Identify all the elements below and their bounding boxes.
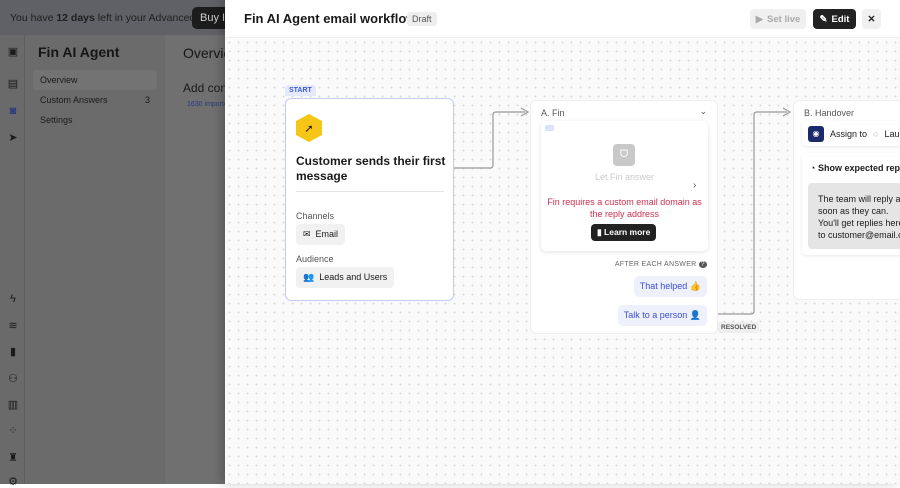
nav-item-overview[interactable]: Overview <box>33 70 157 90</box>
reply-that-helped[interactable]: That helped 👍 <box>633 276 707 297</box>
status-badge: Draft <box>407 12 437 26</box>
fin-header: A. Fin <box>541 108 565 118</box>
chevron-down-icon[interactable]: ⌄ <box>699 106 707 117</box>
fin-logo-icon: ᗜ <box>613 144 635 166</box>
chevron-right-icon[interactable]: › <box>693 180 696 191</box>
start-tag: START <box>285 85 316 96</box>
edit-button[interactable]: ✎ Edit <box>813 9 856 29</box>
send-icon[interactable]: ➤ <box>7 131 19 144</box>
academy-icon[interactable]: ♜ <box>7 451 19 464</box>
assign-step[interactable]: ◉Assign to○Laura <box>802 121 900 146</box>
knowledge-icon[interactable]: ▥ <box>7 398 19 411</box>
inbox-logo-icon[interactable]: ▣ <box>7 45 19 58</box>
panel-header: Fin AI Agent email workflow Draft ▶ Set l… <box>225 0 900 38</box>
connector-start-fin <box>454 111 525 169</box>
overview-content: Overview Add content 1630 imported <box>165 35 248 484</box>
inbox-icon[interactable]: ▤ <box>7 77 19 90</box>
email-icon: ✉ <box>303 229 311 239</box>
divider <box>296 191 444 192</box>
expected-reply-step[interactable]: ◔ Show expected reply time The team will… <box>802 153 900 255</box>
book-icon: ▮ <box>597 227 605 237</box>
handover-node[interactable]: B. Handover ◉Assign to○Laura ◔ Show expe… <box>793 100 900 300</box>
learn-more-button[interactable]: ▮ Learn more <box>591 224 657 241</box>
layers-icon[interactable]: ≋ <box>7 319 19 332</box>
workflow-panel: START ➚ Customer sends their first messa… <box>225 0 900 484</box>
let-fin-label: Let Fin answer <box>594 172 655 182</box>
clock-icon: ◔ <box>810 163 816 173</box>
expected-reply-message: The team will reply as soon as they can.… <box>808 183 900 249</box>
audience-chip[interactable]: 👥 Leads and Users <box>296 267 395 288</box>
let-fin-answer-card[interactable]: ᗜ Let Fin answer › Fin requires a custom… <box>541 121 708 251</box>
settings-icon[interactable]: ⚙ <box>7 475 19 488</box>
nav-item-settings[interactable]: Settings <box>33 110 157 130</box>
trigger-icon: ➚ <box>296 114 322 142</box>
trial-days: 12 days <box>56 12 95 24</box>
content-title: Overview <box>183 45 242 61</box>
connector-fin-handover <box>718 111 787 315</box>
pencil-icon: ✎ <box>819 13 828 25</box>
start-node[interactable]: ➚ Customer sends their first message Cha… <box>285 98 454 301</box>
handover-header: B. Handover <box>804 108 855 118</box>
avatar: ○ <box>873 128 879 139</box>
fin-node[interactable]: A. Fin ⌄ ᗜ Let Fin answer › Fin requires… <box>530 100 718 334</box>
set-live-button[interactable]: ▶ Set live <box>750 9 806 29</box>
icon-rail: ▣ ▤ ◙ ➤ ϟ ≋ ▮ ⚇ ▥ ⁘ ♜ ⚙ <box>0 35 25 488</box>
assign-icon: ◉ <box>808 125 824 142</box>
users-icon: 👥 <box>303 272 315 282</box>
imported-count: 1630 imported <box>187 101 232 108</box>
resolved-label: RESOLVED <box>718 322 760 333</box>
nav-title: Fin AI Agent <box>38 44 120 60</box>
help-icon: ? <box>698 261 707 268</box>
close-icon: ✕ <box>867 13 876 25</box>
channel-chip[interactable]: ✉ Email <box>296 224 346 245</box>
workflow-canvas[interactable]: START ➚ Customer sends their first messa… <box>225 38 900 484</box>
nav-item-custom-answers[interactable]: Custom Answers 3 <box>33 90 157 110</box>
reply-talk-to-person[interactable]: Talk to a person 👤 <box>617 305 707 326</box>
apps-icon[interactable]: ⁘ <box>7 424 19 437</box>
play-icon: ▶ <box>755 13 764 25</box>
workflow-title: Fin AI Agent email workflow <box>244 11 417 26</box>
bolt-icon[interactable]: ϟ <box>7 293 19 305</box>
fin-badge-icon <box>545 125 554 131</box>
add-content: Add content <box>183 81 248 95</box>
contacts-icon[interactable]: ⚇ <box>7 372 19 385</box>
fin-error: Fin requires a custom email domain as th… <box>547 197 702 219</box>
start-title: Customer sends their first message <box>296 154 446 183</box>
fin-nav: Fin AI Agent Overview Custom Answers 3 Se… <box>25 35 165 484</box>
trial-text: You have <box>10 12 57 24</box>
after-each-answer: AFTER EACH ANSWER ? <box>614 261 707 268</box>
audience-label: Audience <box>296 254 334 264</box>
close-button[interactable]: ✕ <box>862 9 881 29</box>
channels-label: Channels <box>296 211 335 221</box>
fin-icon[interactable]: ◙ <box>7 105 19 117</box>
reports-icon[interactable]: ▮ <box>7 345 19 358</box>
